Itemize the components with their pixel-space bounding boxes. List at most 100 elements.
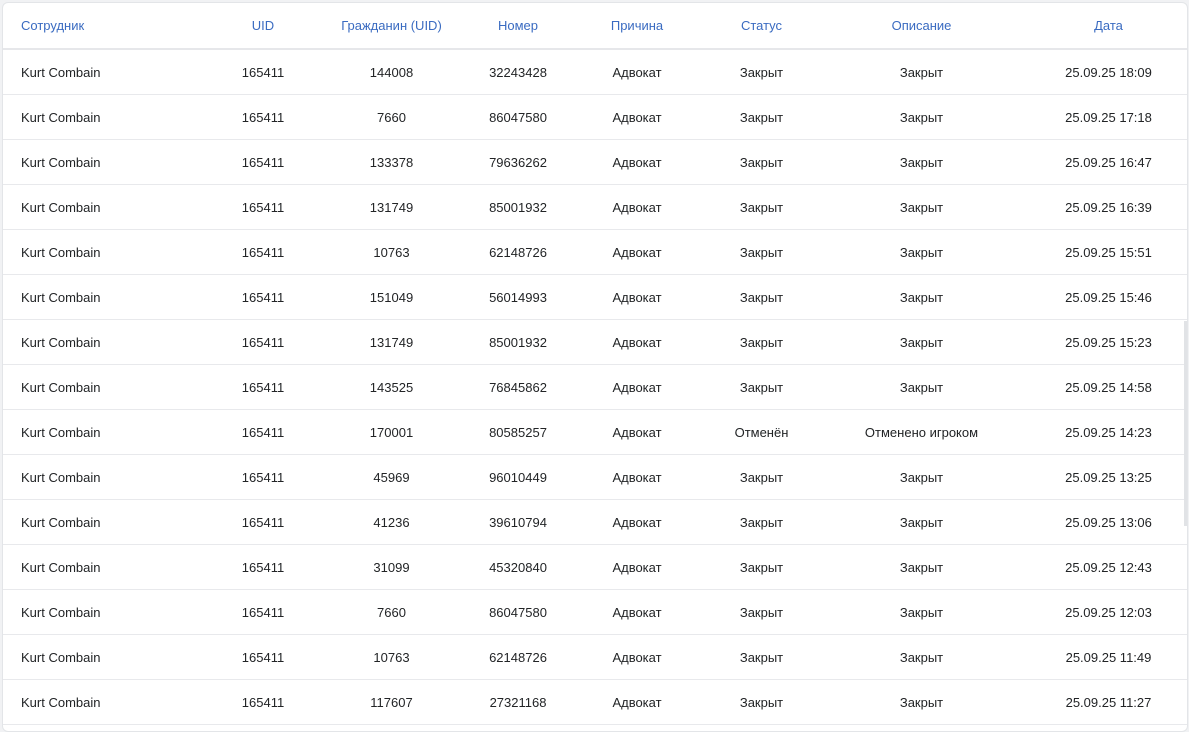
uid-cell: 165411 (213, 589, 313, 635)
number-cell: 39610794 (470, 499, 566, 545)
table-row[interactable]: Kurt Combain 165411 10763 62148726 Адвокат За… (3, 634, 1187, 680)
table-row[interactable]: Kurt Combain 165411 7660 86047580 Адвокат Зак… (3, 94, 1187, 140)
number-cell: 27321168 (470, 679, 566, 725)
reason-cell: Адвокат (566, 679, 708, 725)
citizen-uid-cell: 7660 (313, 94, 470, 140)
table-row[interactable]: Kurt Combain 165411 7660 86047580 Адвокат Зак… (3, 589, 1187, 635)
employee-cell: Kurt Combain (3, 139, 213, 185)
date-cell: 25.09.25 16:39 (1028, 184, 1187, 230)
date-cell: 25.09.25 15:51 (1028, 229, 1187, 275)
table-row[interactable]: Kurt Combain 165411 131749 85001932 Адвокат З… (3, 184, 1187, 230)
column-header-citizen-uid[interactable]: Гражданин (UID) (313, 3, 470, 50)
column-header-description[interactable]: Описание (815, 3, 1028, 50)
table-row[interactable]: Kurt Combain 165411 41236 39610794 Адвокат За… (3, 499, 1187, 545)
number-cell: 56014993 (470, 274, 566, 320)
number-cell: 62148726 (470, 229, 566, 275)
number-cell: 86047580 (470, 94, 566, 140)
column-header-employee[interactable]: Сотрудник (3, 3, 213, 50)
uid-cell: 165411 (213, 454, 313, 500)
reason-cell: Адвокат (566, 229, 708, 275)
date-cell: 25.09.25 13:06 (1028, 499, 1187, 545)
column-header-uid[interactable]: UID (213, 3, 313, 50)
description-cell: Закрыт (815, 319, 1028, 365)
table-row[interactable]: Kurt Combain 165411 10763 62148726 Адвокат За… (3, 229, 1187, 275)
date-cell: 25.09.25 14:23 (1028, 409, 1187, 455)
status-cell: Закрыт (708, 94, 815, 140)
citizen-uid-cell: 133378 (313, 139, 470, 185)
reason-cell: Адвокат (566, 319, 708, 365)
column-header-status[interactable]: Статус (708, 3, 815, 50)
number-cell: 80585257 (470, 409, 566, 455)
date-cell: 25.09.25 12:43 (1028, 544, 1187, 590)
citizen-uid-cell: 10763 (313, 634, 470, 680)
date-cell: 25.09.25 11:49 (1028, 634, 1187, 680)
date-cell: 25.09.25 15:46 (1028, 274, 1187, 320)
uid-cell: 165411 (213, 544, 313, 590)
citizen-uid-cell: 31099 (313, 544, 470, 590)
table-row[interactable]: Kurt Combain 165411 144008 32243428 Адвокат З… (3, 49, 1187, 95)
reason-cell: Адвокат (566, 589, 708, 635)
description-cell: Закрыт (815, 544, 1028, 590)
number-cell: 96010449 (470, 454, 566, 500)
reason-cell: Адвокат (566, 634, 708, 680)
uid-cell: 165411 (213, 409, 313, 455)
description-cell: Закрыт (815, 364, 1028, 410)
date-cell: 25.09.25 18:09 (1028, 49, 1187, 95)
table-body: Kurt Combain 165411 144008 32243428 Адвокат З… (3, 49, 1187, 725)
description-cell: Отменено игроком (815, 409, 1028, 455)
description-cell: Закрыт (815, 499, 1028, 545)
table-row[interactable]: Kurt Combain 165411 143525 76845862 Адвокат З… (3, 364, 1187, 410)
description-cell: Закрыт (815, 94, 1028, 140)
reason-cell: Адвокат (566, 364, 708, 410)
citizen-uid-cell: 117607 (313, 679, 470, 725)
status-cell: Закрыт (708, 499, 815, 545)
reason-cell: Адвокат (566, 499, 708, 545)
number-cell: 85001932 (470, 184, 566, 230)
employee-cell: Kurt Combain (3, 94, 213, 140)
description-cell: Закрыт (815, 184, 1028, 230)
table-row[interactable]: Kurt Combain 165411 170001 80585257 Адвокат О… (3, 409, 1187, 455)
status-cell: Закрыт (708, 274, 815, 320)
table-row[interactable]: Kurt Combain 165411 45969 96010449 Адвокат За… (3, 454, 1187, 500)
number-cell: 62148726 (470, 634, 566, 680)
status-cell: Закрыт (708, 544, 815, 590)
log-table-panel: Сотрудник UID Гражданин (UID) Номер Прич… (2, 2, 1188, 732)
reason-cell: Адвокат (566, 94, 708, 140)
scrollbar[interactable] (1184, 321, 1187, 526)
date-cell: 25.09.25 11:27 (1028, 679, 1187, 725)
table-row[interactable]: Kurt Combain 165411 131749 85001932 Адвокат З… (3, 319, 1187, 365)
table-row[interactable]: Kurt Combain 165411 31099 45320840 Адвокат За… (3, 544, 1187, 590)
column-header-date[interactable]: Дата (1028, 3, 1187, 50)
log-table: Сотрудник UID Гражданин (UID) Номер Прич… (3, 3, 1187, 725)
number-cell: 76845862 (470, 364, 566, 410)
number-cell: 85001932 (470, 319, 566, 365)
employee-cell: Kurt Combain (3, 589, 213, 635)
uid-cell: 165411 (213, 499, 313, 545)
status-cell: Закрыт (708, 139, 815, 185)
table-row[interactable]: Kurt Combain 165411 117607 27321168 Адвокат З… (3, 679, 1187, 725)
description-cell: Закрыт (815, 49, 1028, 95)
status-cell: Закрыт (708, 589, 815, 635)
column-header-reason[interactable]: Причина (566, 3, 708, 50)
status-cell: Закрыт (708, 319, 815, 365)
description-cell: Закрыт (815, 139, 1028, 185)
date-cell: 25.09.25 14:58 (1028, 364, 1187, 410)
citizen-uid-cell: 151049 (313, 274, 470, 320)
table-row[interactable]: Kurt Combain 165411 133378 79636262 Адвокат З… (3, 139, 1187, 185)
citizen-uid-cell: 41236 (313, 499, 470, 545)
status-cell: Закрыт (708, 229, 815, 275)
citizen-uid-cell: 131749 (313, 184, 470, 230)
uid-cell: 165411 (213, 139, 313, 185)
table-row[interactable]: Kurt Combain 165411 151049 56014993 Адвокат З… (3, 274, 1187, 320)
description-cell: Закрыт (815, 679, 1028, 725)
column-header-number[interactable]: Номер (470, 3, 566, 50)
citizen-uid-cell: 7660 (313, 589, 470, 635)
date-cell: 25.09.25 16:47 (1028, 139, 1187, 185)
uid-cell: 165411 (213, 94, 313, 140)
employee-cell: Kurt Combain (3, 49, 213, 95)
reason-cell: Адвокат (566, 454, 708, 500)
citizen-uid-cell: 10763 (313, 229, 470, 275)
employee-cell: Kurt Combain (3, 634, 213, 680)
date-cell: 25.09.25 15:23 (1028, 319, 1187, 365)
employee-cell: Kurt Combain (3, 274, 213, 320)
